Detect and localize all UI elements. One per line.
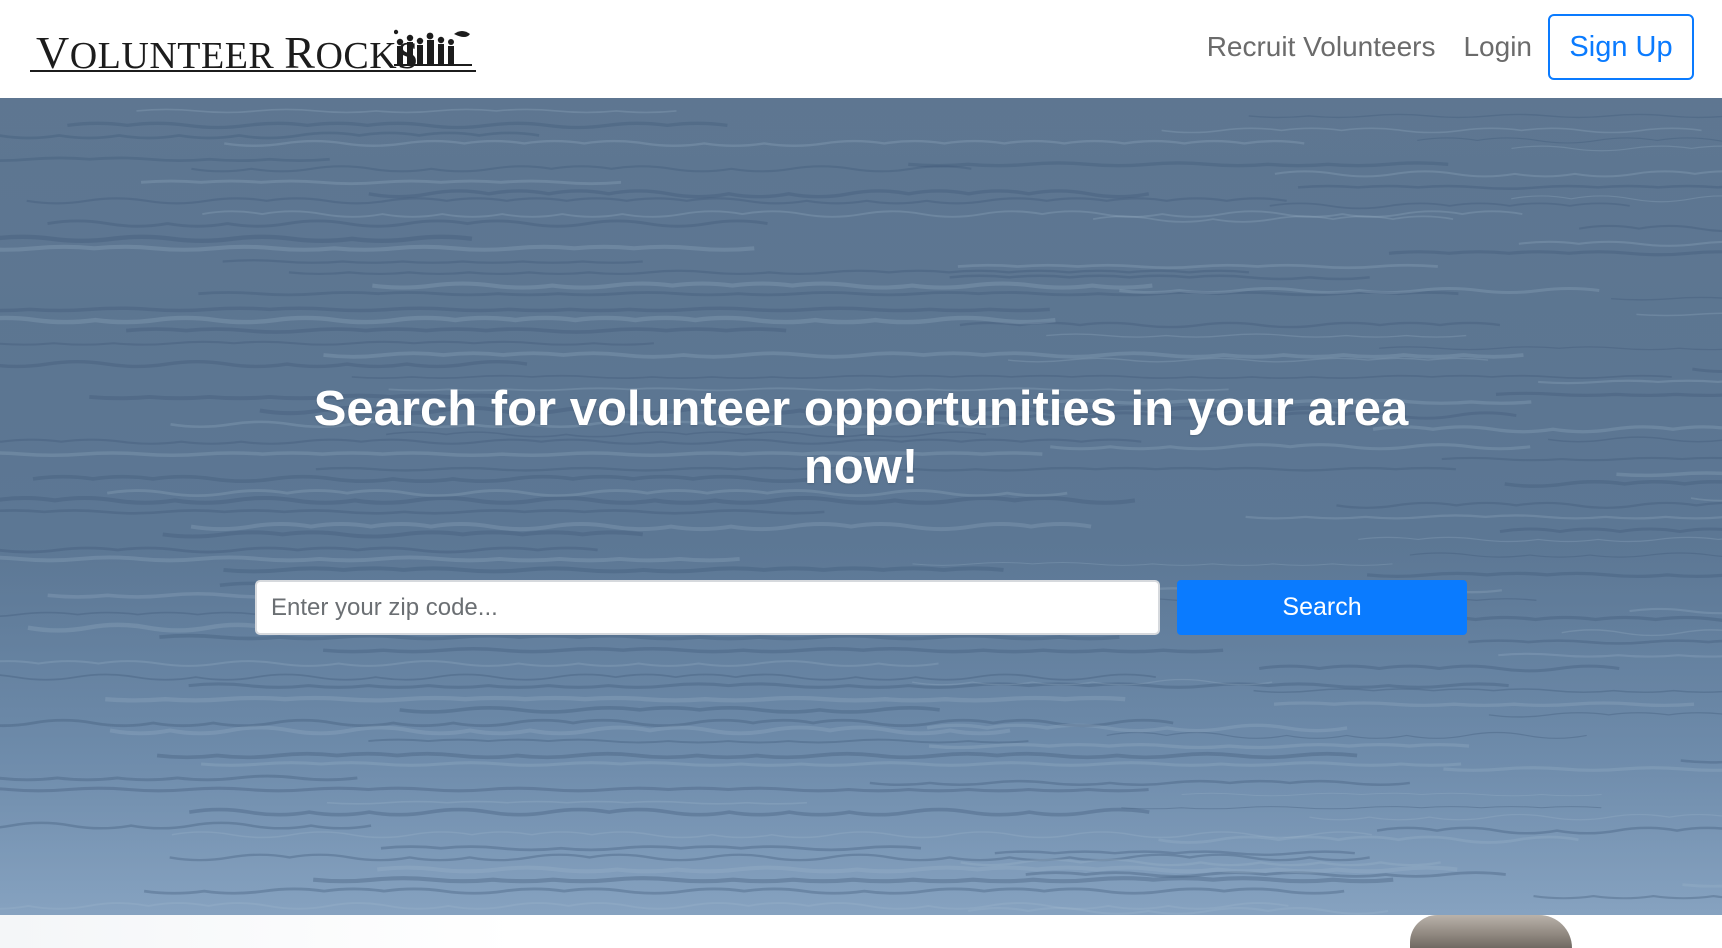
nav-link-login[interactable]: Login xyxy=(1463,31,1532,63)
top-navbar: VOLUNTEER ROCKS Recruit Volunteers Login… xyxy=(0,0,1722,98)
brand-logo[interactable]: VOLUNTEER ROCKS xyxy=(30,26,476,76)
next-section-preview xyxy=(0,915,1722,948)
hero-content: Search for volunteer opportunities in yo… xyxy=(0,98,1722,915)
hero-section: Search for volunteer opportunities in yo… xyxy=(0,98,1722,915)
brand-underline xyxy=(30,70,476,72)
nav-links: Recruit Volunteers Login Sign Up xyxy=(1207,14,1694,80)
zip-code-input[interactable] xyxy=(255,580,1160,635)
people-group-icon xyxy=(394,29,472,66)
signup-button[interactable]: Sign Up xyxy=(1548,14,1694,80)
nav-link-recruit-volunteers[interactable]: Recruit Volunteers xyxy=(1207,31,1436,63)
hero-title: Search for volunteer opportunities in yo… xyxy=(313,382,1409,494)
search-button[interactable]: Search xyxy=(1177,580,1467,635)
person-photo xyxy=(1410,915,1572,948)
